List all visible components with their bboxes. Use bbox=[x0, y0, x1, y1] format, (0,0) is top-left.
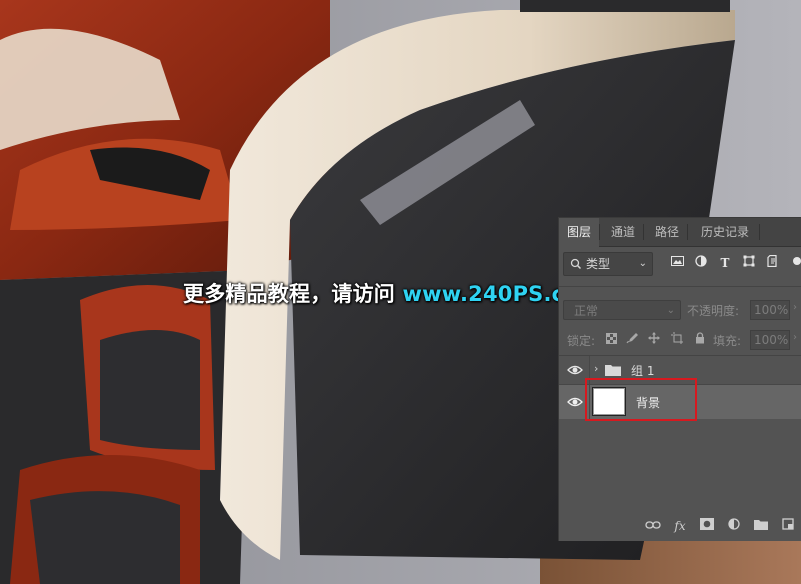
image-filter-icon[interactable] bbox=[669, 254, 685, 272]
layer-name: 组 1 bbox=[631, 364, 655, 378]
blend-row: 正常 ⌄ 不透明度: 100% › bbox=[559, 300, 801, 322]
fx-icon[interactable]: fx bbox=[671, 517, 689, 535]
filter-kind-label: 类型 bbox=[586, 257, 611, 271]
lock-image-icon[interactable] bbox=[625, 331, 639, 349]
shape-filter-icon[interactable] bbox=[741, 254, 757, 272]
smart-object-filter-icon[interactable] bbox=[765, 254, 781, 272]
layer-row-background[interactable]: 背景 bbox=[559, 385, 801, 419]
adjustment-filter-icon[interactable] bbox=[693, 254, 709, 272]
adjustment-layer-icon[interactable] bbox=[725, 517, 743, 535]
tab-paths[interactable]: 路径 bbox=[647, 218, 688, 246]
folder-icon bbox=[605, 364, 621, 379]
tab-paths-label: 路径 bbox=[654, 225, 679, 239]
new-layer-icon[interactable] bbox=[779, 517, 797, 535]
opacity-value: 100% bbox=[754, 303, 789, 317]
blend-mode-select[interactable]: 正常 ⌄ bbox=[563, 300, 681, 320]
layer-row-group-1[interactable]: › 组 1 bbox=[559, 356, 801, 385]
mask-icon[interactable] bbox=[698, 517, 716, 535]
watermark-caption: 更多精品教程，请访问 bbox=[183, 282, 403, 306]
type-filter-icon[interactable]: T bbox=[717, 254, 733, 272]
opacity-chevron-icon[interactable]: › bbox=[793, 302, 797, 313]
fill-value: 100% bbox=[754, 333, 789, 347]
lock-row: 锁定: 填充: 100% › bbox=[559, 330, 801, 352]
lock-position-icon[interactable] bbox=[647, 331, 661, 349]
expand-arrow-icon[interactable]: › bbox=[594, 362, 598, 375]
visibility-eye-icon[interactable] bbox=[567, 362, 583, 378]
opacity-label: 不透明度: bbox=[687, 304, 740, 318]
search-icon bbox=[570, 253, 582, 282]
link-icon[interactable] bbox=[644, 517, 662, 535]
fill-chevron-icon[interactable]: › bbox=[793, 332, 797, 343]
tab-channels-label: 通道 bbox=[610, 225, 635, 239]
lock-all-icon[interactable] bbox=[693, 331, 707, 349]
layers-bottom-toolbar: fx bbox=[559, 511, 801, 541]
tab-history-label: 历史记录 bbox=[700, 225, 749, 239]
layer-name: 背景 bbox=[636, 396, 661, 410]
lock-artboard-icon[interactable] bbox=[670, 331, 684, 349]
chevron-down-icon: ⌄ bbox=[638, 258, 647, 269]
filter-row: 类型 ⌄ T bbox=[559, 252, 801, 276]
tab-layers-label: 图层 bbox=[566, 225, 591, 239]
watermark-text: 更多精品教程，请访问 www.240PS.com bbox=[183, 278, 601, 308]
chevron-down-icon: ⌄ bbox=[666, 305, 675, 316]
lock-label: 锁定: bbox=[567, 334, 596, 348]
layers-panel: 图层 通道 路径 历史记录 类型 ⌄ T 正常 ⌄ 不透明度: 100% › 锁… bbox=[558, 217, 801, 541]
visibility-eye-icon[interactable] bbox=[567, 394, 583, 410]
panel-divider bbox=[559, 286, 801, 287]
tab-channels[interactable]: 通道 bbox=[603, 218, 644, 246]
tab-layers[interactable]: 图层 bbox=[559, 218, 600, 247]
opacity-input[interactable]: 100% bbox=[750, 300, 790, 320]
fill-input[interactable]: 100% bbox=[750, 330, 790, 350]
tab-history[interactable]: 历史记录 bbox=[691, 218, 760, 246]
layer-thumbnail bbox=[592, 387, 626, 416]
filter-kind-select[interactable]: 类型 ⌄ bbox=[563, 252, 653, 276]
filter-toggle-icon[interactable] bbox=[789, 254, 801, 272]
lock-transparent-icon[interactable] bbox=[604, 331, 618, 349]
panel-tab-bar: 图层 通道 路径 历史记录 bbox=[559, 218, 801, 247]
blend-mode-value: 正常 bbox=[574, 304, 599, 318]
new-group-icon[interactable] bbox=[752, 517, 770, 535]
fill-label: 填充: bbox=[713, 334, 742, 348]
